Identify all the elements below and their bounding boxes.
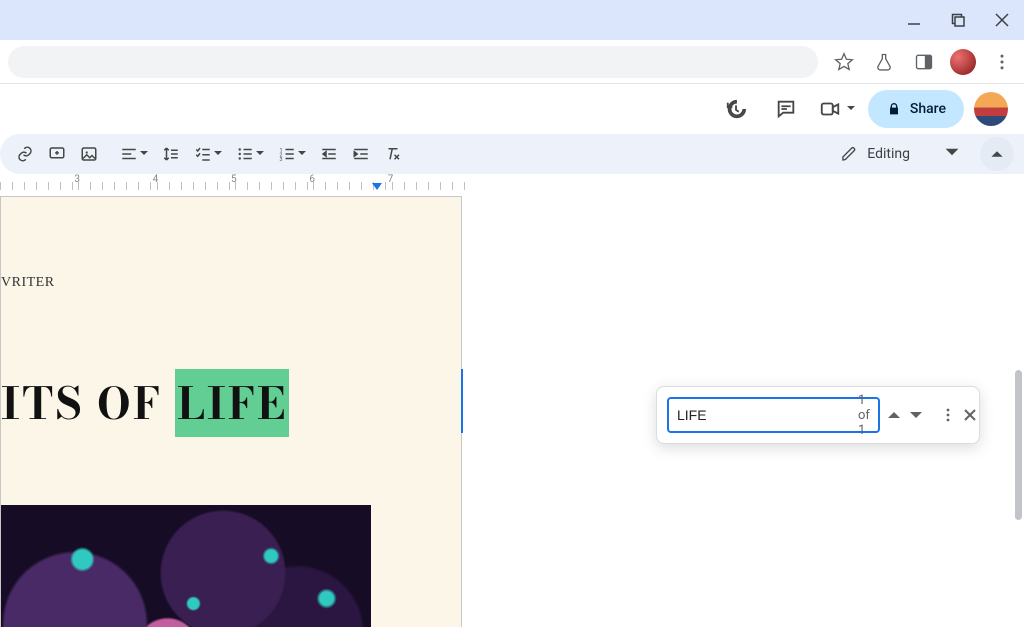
document-page[interactable]: VRITER ITS OF LIFE (0, 196, 462, 627)
find-count-label: 1 of 1 (858, 393, 870, 438)
chevron-down-icon (255, 146, 265, 162)
align-button[interactable] (114, 139, 154, 169)
page-headline[interactable]: ITS OF LIFE (1, 369, 461, 437)
insert-link-button[interactable] (10, 139, 40, 169)
docs-toolbar: 123 Editing (0, 134, 1024, 174)
chevron-down-icon (139, 146, 149, 162)
comments-icon[interactable] (766, 89, 806, 129)
ruler-mark (235, 174, 313, 192)
share-button[interactable]: Share (868, 90, 964, 128)
find-input[interactable] (677, 407, 858, 423)
numbered-list-button[interactable]: 123 (272, 139, 312, 169)
find-close-button[interactable] (962, 400, 978, 430)
ruler-mark (78, 174, 156, 192)
window-maximize-button[interactable] (948, 10, 968, 30)
lock-icon (886, 101, 902, 117)
svg-text:3: 3 (279, 157, 282, 163)
increase-indent-button[interactable] (346, 139, 376, 169)
window-titlebar (0, 0, 1024, 40)
editing-mode-button[interactable]: Editing (829, 139, 972, 169)
checklist-button[interactable] (188, 139, 228, 169)
find-next-button[interactable] (908, 400, 924, 430)
vertical-scrollbar[interactable] (1010, 340, 1024, 627)
reader-panel-icon[interactable] (910, 48, 938, 76)
chevron-down-icon (846, 101, 858, 117)
find-input-wrap: 1 of 1 (667, 397, 880, 433)
text-caret (461, 369, 463, 433)
meet-button[interactable] (816, 89, 858, 129)
history-icon[interactable] (716, 89, 756, 129)
editing-mode-label: Editing (867, 146, 910, 162)
chevron-down-icon (297, 146, 307, 162)
ruler-mark (157, 174, 235, 192)
insert-image-button[interactable] (74, 139, 104, 169)
add-comment-button[interactable] (42, 139, 72, 169)
bulleted-list-button[interactable] (230, 139, 270, 169)
line-spacing-button[interactable] (156, 139, 186, 169)
chevron-down-icon (213, 146, 223, 162)
ruler[interactable] (0, 174, 1024, 192)
collapse-toolbar-button[interactable] (980, 137, 1014, 171)
clear-formatting-button[interactable] (378, 139, 408, 169)
ruler-mark (392, 174, 470, 192)
find-prev-button[interactable] (886, 400, 902, 430)
share-button-label: Share (910, 101, 946, 117)
ruler-segment (0, 174, 78, 192)
browser-menu-icon[interactable] (988, 48, 1016, 76)
page-embedded-image[interactable] (1, 505, 371, 627)
omnibox[interactable] (8, 46, 818, 78)
headline-search-highlight: LIFE (175, 369, 289, 437)
bookmark-star-icon[interactable] (830, 48, 858, 76)
pencil-icon (841, 146, 857, 162)
find-panel: 1 of 1 (656, 386, 980, 444)
window-minimize-button[interactable] (904, 10, 924, 30)
document-canvas[interactable]: VRITER ITS OF LIFE 1 of 1 (0, 192, 1024, 627)
page-subhead-fragment: VRITER (1, 275, 461, 291)
scrollbar-thumb[interactable] (1015, 370, 1022, 520)
browser-profile-avatar[interactable] (950, 49, 976, 75)
headline-prefix: ITS OF (1, 369, 175, 437)
find-more-options-button[interactable] (940, 400, 956, 430)
decrease-indent-button[interactable] (314, 139, 344, 169)
docs-header: Share (0, 84, 1024, 134)
labs-flask-icon[interactable] (870, 48, 898, 76)
window-close-button[interactable] (992, 10, 1012, 30)
chevron-down-icon (944, 144, 960, 164)
ruler-right-indent-marker[interactable] (372, 183, 382, 190)
account-avatar[interactable] (974, 92, 1008, 126)
browser-toolbar (0, 40, 1024, 84)
